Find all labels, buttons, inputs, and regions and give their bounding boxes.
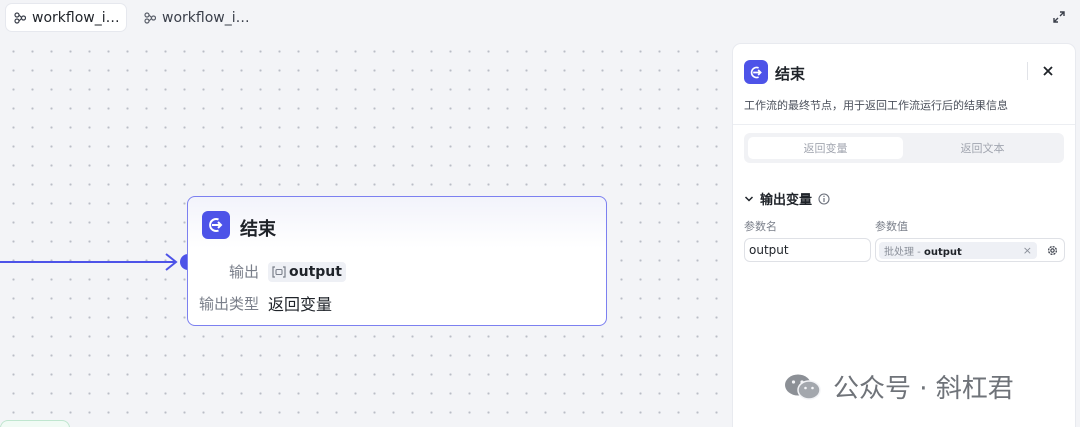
watermark: 公众号 · 斜杠君 <box>783 368 1014 405</box>
segment-return-text[interactable]: 返回文本 <box>905 137 1060 159</box>
edge-connector <box>0 261 176 263</box>
panel-title: 结束 <box>775 65 806 83</box>
watermark-text: 公众号 · 斜杠君 <box>833 374 1014 404</box>
segment-return-variable[interactable]: 返回变量 <box>748 137 903 159</box>
chevron-down-icon[interactable] <box>744 194 754 204</box>
output-variable-name: output <box>289 263 342 280</box>
gear-icon[interactable] <box>1046 244 1059 257</box>
info-icon[interactable] <box>818 192 830 205</box>
clear-icon[interactable]: × <box>1023 244 1032 257</box>
workflow-icon <box>144 11 156 24</box>
column-header-name: 参数名 <box>744 220 777 233</box>
node-type-row: 输出类型 返回变量 <box>188 291 332 315</box>
node-output-row: 输出 output <box>188 261 346 282</box>
divider <box>1027 62 1028 80</box>
type-label: 输出类型 <box>198 294 259 313</box>
tab-workflow-inactive[interactable]: workflow_i… <box>136 4 256 31</box>
panel-description: 工作流的最终节点，用于返回工作流运行后的结果信息 <box>744 99 1008 112</box>
wechat-icon <box>785 374 821 400</box>
tab-label: workflow_i… <box>32 9 118 26</box>
param-value-variable: output <box>923 246 962 258</box>
end-node-icon <box>202 211 230 239</box>
output-variables-header[interactable]: 输出变量 <box>744 189 830 208</box>
param-name-input[interactable] <box>744 238 871 262</box>
workflow-icon <box>14 11 26 24</box>
end-node[interactable]: 结束 输出 output 输出类型 返回变量 <box>187 196 607 326</box>
end-node-icon <box>744 60 768 84</box>
column-header-value: 参数值 <box>875 220 908 233</box>
variable-icon <box>272 265 286 278</box>
output-variable-chip: output <box>268 261 346 282</box>
param-value-tag[interactable]: 批处理 - output × <box>879 241 1037 259</box>
output-label: 输出 <box>228 263 259 281</box>
tab-bar: workflow_i… workflow_i… <box>0 0 1080 36</box>
workflow-canvas[interactable]: 结束 输出 output 输出类型 返回变量 <box>0 36 735 427</box>
param-value-prefix: 批处理 - <box>884 246 921 258</box>
type-value: 返回变量 <box>268 295 333 314</box>
expand-icon[interactable] <box>1052 10 1066 24</box>
output-mode-switch: 返回变量 返回文本 <box>744 133 1064 163</box>
node-title: 结束 <box>240 219 276 240</box>
node-partial[interactable] <box>0 420 70 427</box>
tab-label: workflow_i… <box>162 9 248 26</box>
close-icon[interactable] <box>1041 64 1055 78</box>
tab-workflow-active[interactable]: workflow_i… <box>6 4 126 31</box>
section-title: 输出变量 <box>760 193 813 208</box>
arrow-icon <box>165 253 178 271</box>
divider <box>733 124 1075 125</box>
param-value-field[interactable]: 批处理 - output × <box>875 238 1065 262</box>
